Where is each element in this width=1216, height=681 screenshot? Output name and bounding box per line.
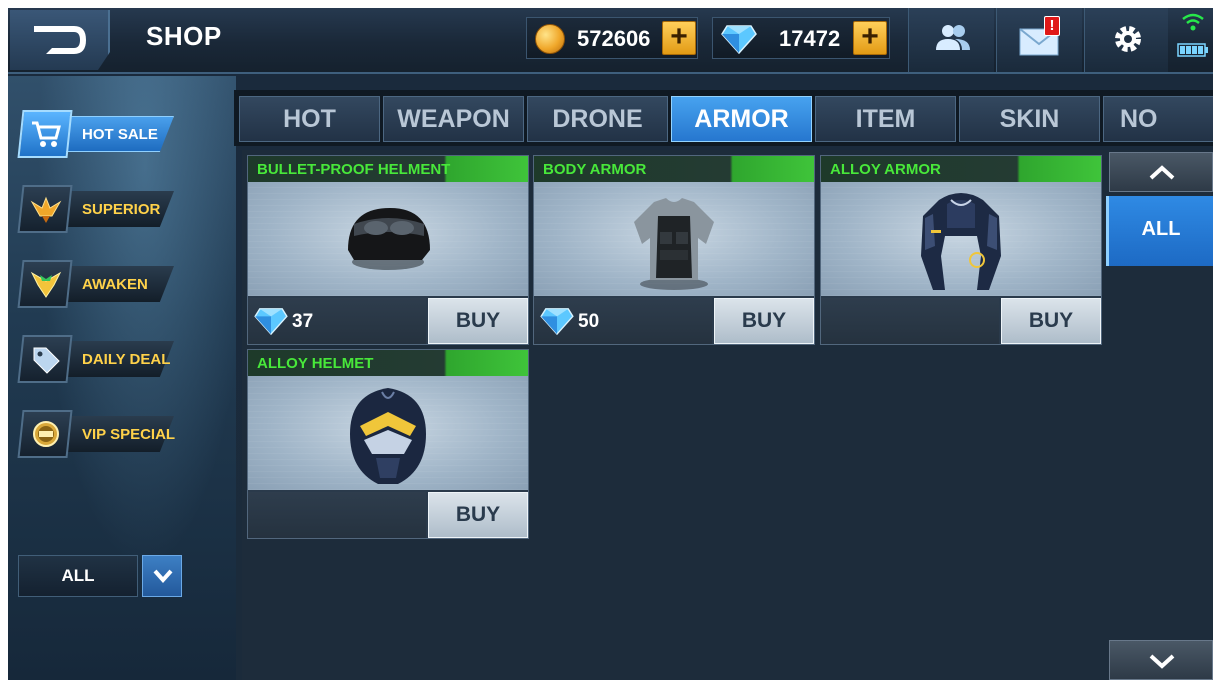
buy-button[interactable]: BUY	[714, 298, 814, 344]
item-price-area	[821, 298, 999, 344]
tab-drone[interactable]: DRONE	[527, 96, 668, 142]
item-name: BULLET-PROOF HELMENT	[257, 161, 451, 178]
sidebar-item-label: AWAKEN	[82, 276, 148, 293]
filter-dropdown[interactable]: ALL	[18, 555, 138, 597]
chevron-down-icon	[153, 569, 173, 583]
sidebar-icon-frame	[17, 335, 73, 383]
top-bar: SHOP 572606 + 17472 + !	[8, 8, 1213, 74]
tab-skin[interactable]: SKIN	[959, 96, 1100, 142]
subcategory-all[interactable]: ALL	[1106, 196, 1213, 266]
sidebar-item-label: VIP SPECIAL	[82, 426, 176, 443]
chevron-down-icon	[1149, 654, 1175, 669]
helmet-image	[348, 208, 430, 270]
sidebar-icon-frame	[17, 110, 73, 158]
gold-amount: 572606	[577, 26, 651, 51]
item-price-area: 37	[248, 298, 426, 344]
item-card-alloy-helmet[interactable]: ALLOY HELMET BUY	[247, 349, 529, 539]
item-price: 37	[292, 311, 314, 332]
scroll-up-button[interactable]	[1109, 152, 1213, 192]
buy-button[interactable]: BUY	[1001, 298, 1101, 344]
mail-button[interactable]: !	[996, 8, 1082, 72]
buy-button[interactable]: BUY	[428, 492, 528, 538]
item-price-area: 50	[534, 298, 712, 344]
tab-hot[interactable]: HOT	[239, 96, 380, 142]
sidebar-item-daily-deal[interactable]: DAILY DEAL	[16, 335, 176, 383]
add-gold-button[interactable]: +	[662, 21, 696, 55]
item-price-area	[248, 492, 426, 538]
status-indicators	[1172, 10, 1212, 70]
item-name: BODY ARMOR	[543, 161, 647, 178]
battery-icon	[1177, 43, 1208, 57]
page-title: SHOP	[146, 21, 222, 51]
item-card-body-armor[interactable]: BODY ARMOR 50 BUY	[533, 155, 815, 345]
gear-icon	[1115, 26, 1141, 52]
item-card-header: BODY ARMOR	[534, 156, 814, 182]
sidebar-item-hot-sale[interactable]: HOT SALE	[16, 110, 176, 158]
gem-amount: 17472	[779, 26, 841, 51]
settings-button[interactable]	[1084, 8, 1168, 72]
filter-dropdown-toggle[interactable]	[142, 555, 182, 597]
back-arrow-icon	[34, 26, 86, 54]
item-image	[534, 182, 814, 296]
vip-badge-icon	[33, 421, 59, 447]
item-name: ALLOY HELMET	[257, 355, 374, 372]
diamond-icon	[721, 25, 757, 54]
sidebar-item-vip-special[interactable]: VIP SPECIAL	[16, 410, 176, 458]
winged-emblem-icon	[30, 196, 62, 223]
item-price: 50	[578, 311, 600, 332]
awaken-emblem-icon	[30, 271, 62, 298]
sidebar-icon-frame	[17, 410, 73, 458]
gold-coin-icon	[535, 24, 565, 54]
item-card-alloy-armor[interactable]: ALLOY ARMOR BUY	[820, 155, 1102, 345]
game-screen: SHOP 572606 + 17472 + ! HOT SALE SUPERIO…	[8, 8, 1213, 680]
tab-item[interactable]: ITEM	[815, 96, 956, 142]
cart-icon	[32, 121, 61, 147]
sidebar-item-awaken[interactable]: AWAKEN	[16, 260, 176, 308]
item-image	[248, 376, 528, 490]
alloy-armor-image	[921, 193, 1001, 290]
item-image	[248, 182, 528, 296]
gem-currency: 17472 +	[712, 17, 890, 59]
item-card-header: ALLOY ARMOR	[821, 156, 1101, 182]
alloy-helmet-image	[350, 388, 426, 484]
tab-no-sale[interactable]: NO SAL	[1103, 96, 1213, 177]
sidebar-item-label: SUPERIOR	[82, 201, 161, 218]
sidebar-item-superior[interactable]: SUPERIOR	[16, 185, 176, 233]
chevron-up-icon	[1149, 165, 1175, 180]
mail-alert-badge: !	[1044, 16, 1060, 36]
tab-weapon[interactable]: WEAPON	[383, 96, 524, 142]
price-tag-icon	[33, 347, 60, 374]
item-image	[821, 182, 1101, 296]
body-armor-image	[634, 198, 714, 290]
wifi-icon	[1182, 13, 1204, 31]
sidebar-item-label: HOT SALE	[82, 126, 158, 143]
friends-button[interactable]	[908, 8, 994, 72]
scroll-down-button[interactable]	[1109, 640, 1213, 680]
sidebar-icon-frame	[17, 260, 73, 308]
gold-currency: 572606 +	[526, 17, 698, 59]
sidebar-item-label: DAILY DEAL	[82, 351, 171, 368]
item-name: ALLOY ARMOR	[830, 161, 941, 178]
back-button[interactable]	[10, 10, 110, 70]
diamond-icon	[540, 308, 574, 335]
friends-icon	[936, 25, 970, 50]
item-card-header: ALLOY HELMET	[248, 350, 528, 376]
item-card-header: BULLET-PROOF HELMENT	[248, 156, 528, 182]
add-gems-button[interactable]: +	[853, 21, 887, 55]
tab-armor[interactable]: ARMOR	[671, 96, 812, 142]
sidebar-icon-frame	[17, 185, 73, 233]
buy-button[interactable]: BUY	[428, 298, 528, 344]
item-card-bullet-proof-helmet[interactable]: BULLET-PROOF HELMENT 37 BUY	[247, 155, 529, 345]
diamond-icon	[254, 308, 288, 335]
